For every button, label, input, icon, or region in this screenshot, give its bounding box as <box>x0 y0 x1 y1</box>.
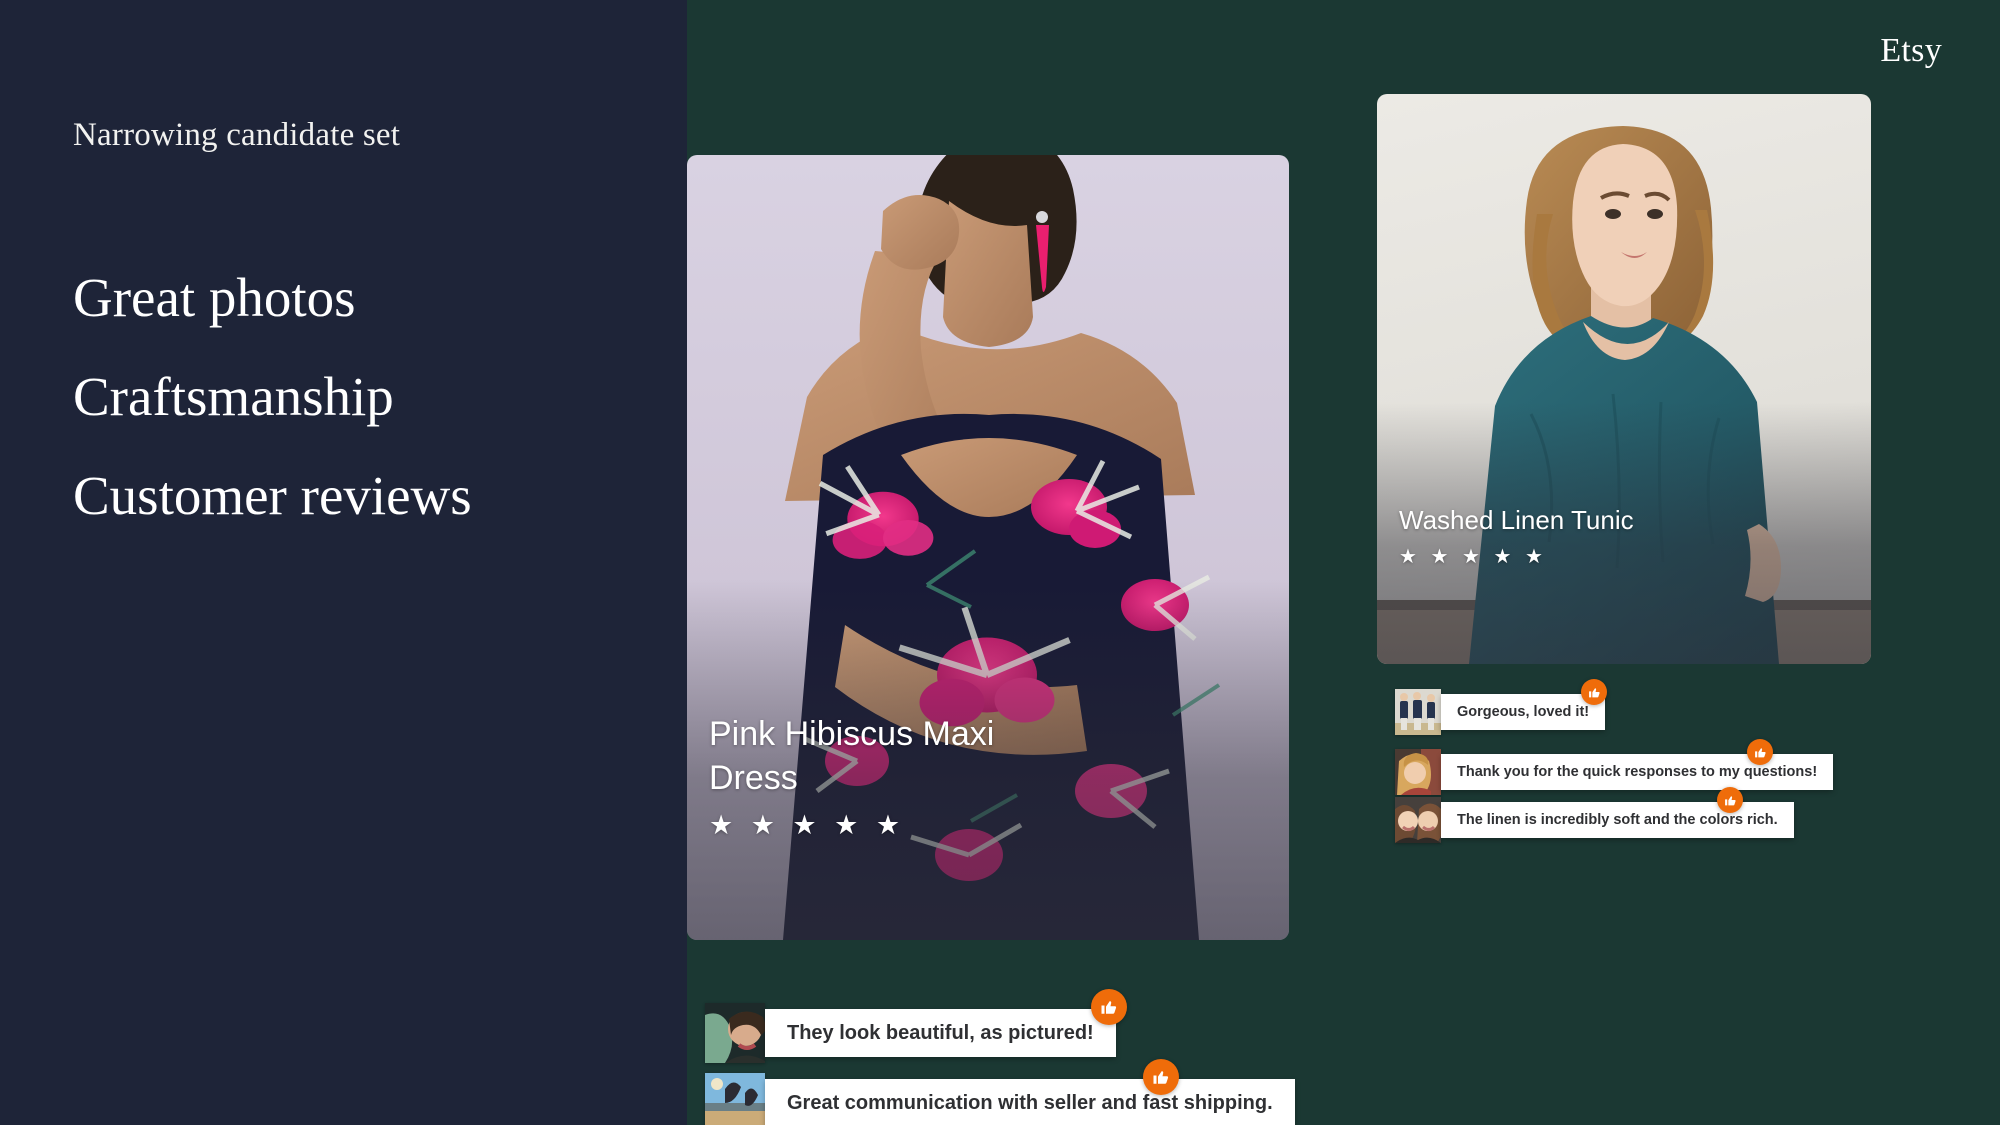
review-text: Thank you for the quick responses to my … <box>1441 754 1834 790</box>
thumbs-up-icon[interactable] <box>1091 989 1127 1025</box>
review-text: Great communication with seller and fast… <box>765 1079 1295 1125</box>
criteria-item-craftsmanship: Craftsmanship <box>73 366 394 427</box>
review-item[interactable]: Gorgeous, loved it! <box>1395 679 1607 735</box>
review-item[interactable]: Great communication with seller and fast… <box>705 1059 1295 1125</box>
criteria-item-customer-reviews: Customer reviews <box>73 465 472 526</box>
review-item[interactable]: Thank you for the quick responses to my … <box>1395 739 1834 795</box>
reviewer-avatar <box>705 1003 765 1063</box>
left-text-panel: Narrowing candidate set Great photos Cra… <box>0 0 687 1125</box>
product-card-pink-hibiscus-maxi-dress[interactable]: Pink Hibiscus Maxi Dress ★ ★ ★ ★ ★ They … <box>687 155 1295 1125</box>
review-text: Gorgeous, loved it! <box>1441 694 1606 730</box>
review-text: The linen is incredibly soft and the col… <box>1441 802 1794 838</box>
product-title: Washed Linen Tunic <box>1399 505 1634 535</box>
product-card-washed-linen-tunic[interactable]: Washed Linen Tunic ★ ★ ★ ★ ★ Gorgeous, l… <box>1377 94 1871 843</box>
thumbs-up-icon[interactable] <box>1581 679 1607 705</box>
criteria-item-great-photos: Great photos <box>73 267 356 328</box>
etsy-logo: Etsy <box>1880 32 1942 69</box>
thumbs-up-icon[interactable] <box>1747 739 1773 765</box>
product-photo-tunic <box>1377 94 1871 664</box>
reviewer-avatar <box>1395 689 1441 735</box>
thumbs-up-icon[interactable] <box>1717 787 1743 813</box>
section-kicker: Narrowing candidate set <box>73 117 401 153</box>
thumbs-up-icon[interactable] <box>1143 1059 1179 1095</box>
product-rating-stars: ★ ★ ★ ★ ★ <box>1399 546 1547 568</box>
reviewer-avatar <box>1395 749 1441 795</box>
review-item[interactable]: The linen is incredibly soft and the col… <box>1395 787 1794 843</box>
review-text: They look beautiful, as pictured! <box>765 1009 1116 1057</box>
reviewer-avatar <box>705 1073 765 1125</box>
product-stage: Etsy Pink Hibiscus Maxi Dress ★ ★ ★ ★ ★ … <box>687 0 2000 1125</box>
review-item[interactable]: They look beautiful, as pictured! <box>705 989 1127 1063</box>
product-rating-stars: ★ ★ ★ ★ ★ <box>709 810 906 840</box>
reviewer-avatar <box>1395 797 1441 843</box>
product-title: Pink Hibiscus Maxi Dress <box>709 715 995 797</box>
criteria-list: Great photos Craftsmanship Customer revi… <box>73 248 472 545</box>
